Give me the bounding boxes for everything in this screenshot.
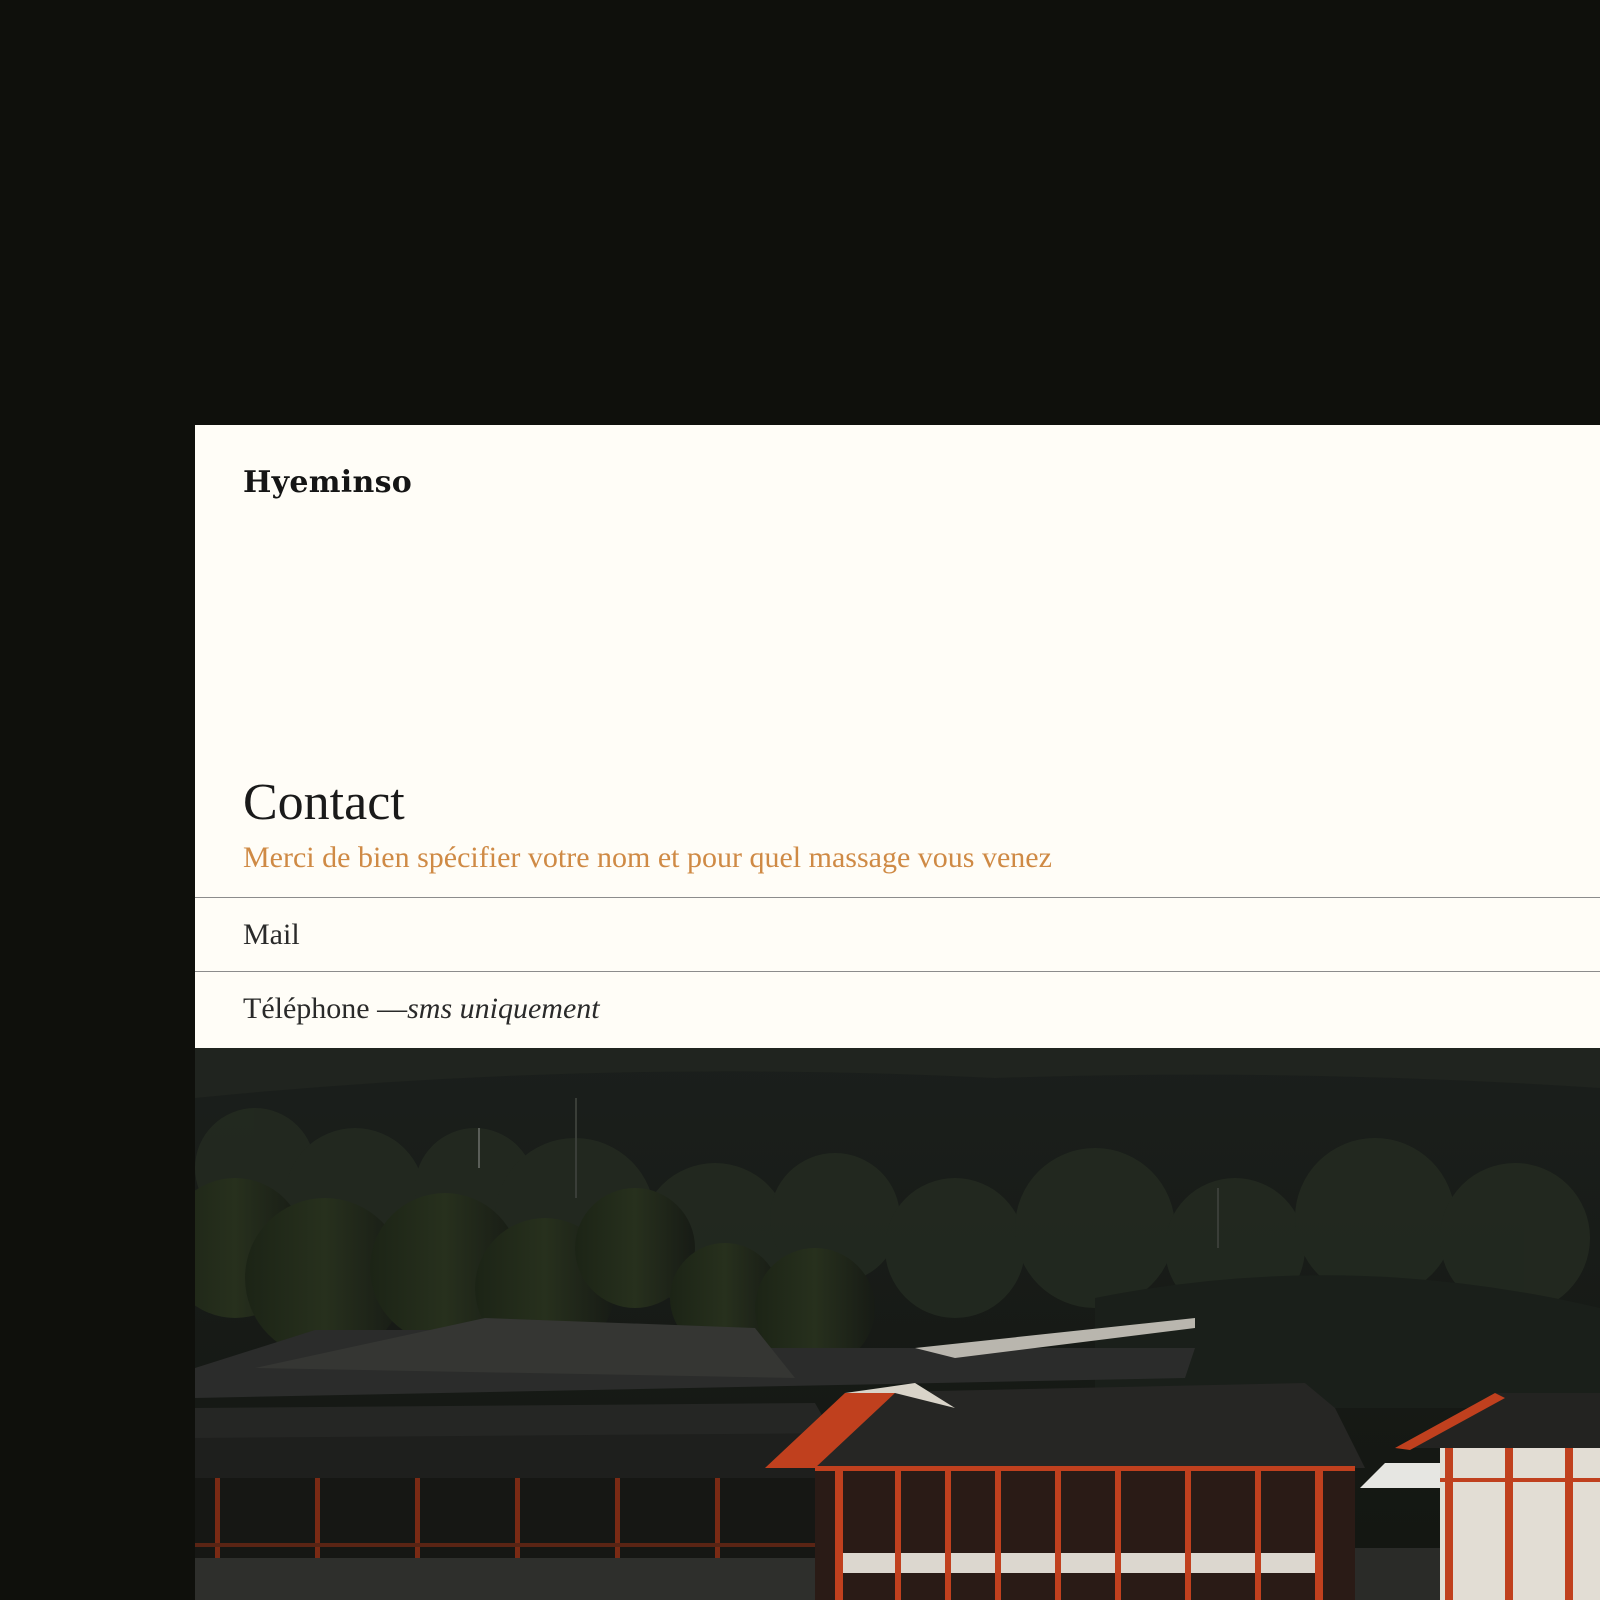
phone-link[interactable]: Téléphone — sms uniquement	[195, 971, 1600, 1045]
site-panel: Hyeminso Contact Merci de bien spécifier…	[195, 425, 1600, 1600]
shrine-photo-image	[195, 1048, 1600, 1600]
contact-instructions: Merci de bien spécifier votre nom et pou…	[243, 841, 1052, 874]
phone-note: sms uniquement	[407, 991, 600, 1025]
mail-link[interactable]: Mail	[195, 897, 1600, 971]
shrine-photo	[195, 1048, 1600, 1600]
mail-label: Mail	[243, 917, 300, 951]
phone-label: Téléphone —	[243, 991, 408, 1025]
page-title: Contact	[243, 774, 405, 831]
site-logo[interactable]: Hyeminso	[243, 465, 412, 500]
contact-list: Mail Téléphone — sms uniquement	[195, 897, 1600, 1045]
